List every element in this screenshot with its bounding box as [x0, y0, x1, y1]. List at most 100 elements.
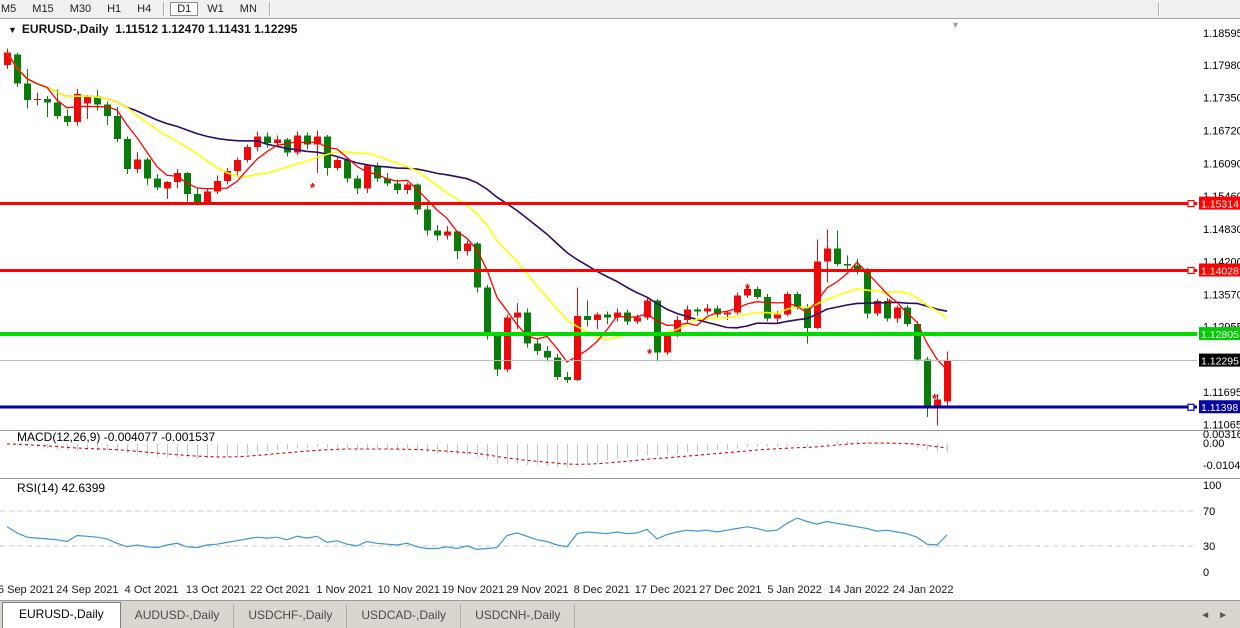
- chart-tab-eurusd[interactable]: EURUSD-,Daily: [2, 602, 121, 628]
- timeframe-button-m5[interactable]: M5: [0, 2, 23, 16]
- date-axis-label: 22 Oct 2021: [250, 584, 310, 596]
- candle-body: [244, 147, 251, 160]
- candle-body: [694, 309, 701, 311]
- ohlc-values: 1.11512 1.12470 1.11431 1.12295: [115, 22, 297, 36]
- candle-body: [404, 185, 411, 190]
- chart-canvas[interactable]: 1.185951.179801.173501.167201.160901.154…: [0, 0, 1240, 601]
- candle-body: [64, 116, 71, 122]
- candle-body: [764, 297, 771, 319]
- star-marker: *: [310, 180, 316, 195]
- candle-body: [464, 243, 471, 251]
- candle-body: [604, 315, 611, 318]
- date-axis-label: 14 Jan 2022: [829, 584, 890, 596]
- line-handle[interactable]: [1188, 267, 1194, 273]
- date-axis-label: 10 Nov 2021: [378, 584, 440, 596]
- chevron-down-icon[interactable]: ▼: [8, 25, 17, 35]
- chart-tab-usdchf[interactable]: USDCHF-,Daily: [234, 604, 347, 628]
- candle-body: [704, 308, 711, 311]
- candle-body: [354, 178, 361, 188]
- macd-indicator-label: MACD(12,26,9) -0.004077 -0.001537: [17, 430, 215, 444]
- macd-axis-tick: 0.00: [1203, 438, 1224, 450]
- date-axis-label: 17 Dec 2021: [635, 584, 697, 596]
- candle-body: [144, 160, 151, 179]
- candle-body: [344, 160, 351, 178]
- candle-body: [564, 377, 571, 380]
- date-axis-label: 1 Nov 2021: [316, 584, 372, 596]
- candle-body: [44, 99, 51, 103]
- line-handle[interactable]: [1188, 201, 1194, 207]
- candle-body: [724, 313, 731, 315]
- price-axis-tick: 1.13570: [1203, 289, 1240, 301]
- date-axis-label: 19 Nov 2021: [442, 584, 504, 596]
- candle-body: [594, 315, 601, 320]
- timeframe-button-h4[interactable]: H4: [130, 2, 158, 16]
- candle-body: [864, 271, 871, 314]
- candle-body: [24, 84, 31, 100]
- star-marker: *: [647, 346, 653, 361]
- candle-body: [824, 249, 831, 262]
- candle-body: [444, 231, 451, 235]
- timeframe-button-m30[interactable]: M30: [63, 2, 98, 16]
- candle-body: [774, 315, 781, 319]
- symbol-period-label: EURUSD-,Daily: [22, 22, 109, 36]
- price-level-badge-label: 1.12805: [1201, 329, 1239, 341]
- candle-body: [264, 137, 271, 143]
- candle-body: [514, 313, 521, 318]
- candle-body: [214, 181, 221, 191]
- candle-body: [524, 313, 531, 344]
- toolbar-separator: [163, 2, 165, 16]
- timeframe-button-w1[interactable]: W1: [200, 2, 231, 16]
- line-handle[interactable]: [1188, 404, 1194, 410]
- chart-tab-usdcnh[interactable]: USDCNH-,Daily: [461, 604, 575, 628]
- timeframe-button-d1[interactable]: D1: [170, 2, 198, 16]
- chart-tab-audusd[interactable]: AUDUSD-,Daily: [121, 604, 235, 628]
- candle-body: [124, 139, 131, 169]
- candle-body: [434, 230, 441, 235]
- candle-body: [634, 318, 641, 322]
- candle-body: [114, 116, 121, 139]
- candle-body: [34, 99, 41, 100]
- rsi-line: [7, 518, 947, 549]
- toolbar-separator: [1158, 2, 1160, 16]
- date-axis-label: 4 Oct 2021: [125, 584, 179, 596]
- candle-body: [284, 139, 291, 152]
- timeframe-button-mn[interactable]: MN: [233, 2, 264, 16]
- candle-body: [754, 289, 761, 297]
- timeframe-button-h1[interactable]: H1: [100, 2, 128, 16]
- candle-body: [834, 249, 841, 265]
- timeframe-button-m15[interactable]: M15: [25, 2, 60, 16]
- chart-title: ▼ EURUSD-,Daily 1.11512 1.12470 1.11431 1…: [8, 22, 297, 36]
- date-axis-label: 13 Oct 2021: [186, 584, 246, 596]
- candle-body: [164, 182, 171, 189]
- price-axis-tick: 1.11695: [1203, 387, 1240, 399]
- date-axis-label: 29 Nov 2021: [506, 584, 568, 596]
- date-axis-label: 15 Sep 2021: [0, 584, 54, 596]
- price-level-badge-label: 1.14028: [1201, 265, 1239, 277]
- timeframe-toolbar: M5M15M30H1H4 D1W1MN: [0, 0, 1240, 19]
- chart-tab-usdcad[interactable]: USDCAD-,Daily: [347, 604, 461, 628]
- candle-body: [374, 165, 381, 178]
- chart-shift-marker-icon[interactable]: ▾: [953, 20, 958, 31]
- candle-body: [734, 295, 741, 312]
- date-axis-label: 24 Sep 2021: [56, 584, 118, 596]
- date-axis-label: 24 Jan 2022: [893, 584, 954, 596]
- candle-body: [924, 359, 931, 406]
- candle-body: [204, 191, 211, 203]
- rsi-axis-tick: 70: [1203, 506, 1215, 518]
- toolbar-separator: [269, 2, 271, 16]
- candle-body: [274, 139, 281, 143]
- scroll-right-arrow[interactable]: ►: [1218, 610, 1236, 621]
- date-axis-label: 8 Dec 2021: [574, 584, 630, 596]
- price-level-badge-label: 1.12295: [1201, 356, 1239, 368]
- candle-body: [74, 94, 81, 122]
- price-axis-tick: 1.18595: [1203, 28, 1240, 40]
- price-axis-tick: 1.17350: [1203, 93, 1240, 105]
- symbol-tabbar: EURUSD-,DailyAUDUSD-,DailyUSDCHF-,DailyU…: [0, 600, 1240, 628]
- candle-body: [154, 178, 161, 187]
- candle-body: [844, 264, 851, 266]
- scroll-left-arrow[interactable]: ◄: [1200, 610, 1218, 621]
- rsi-axis-tick: 30: [1203, 541, 1215, 553]
- candle-body: [544, 351, 551, 358]
- candle-body: [494, 335, 501, 369]
- candle-body: [584, 316, 591, 320]
